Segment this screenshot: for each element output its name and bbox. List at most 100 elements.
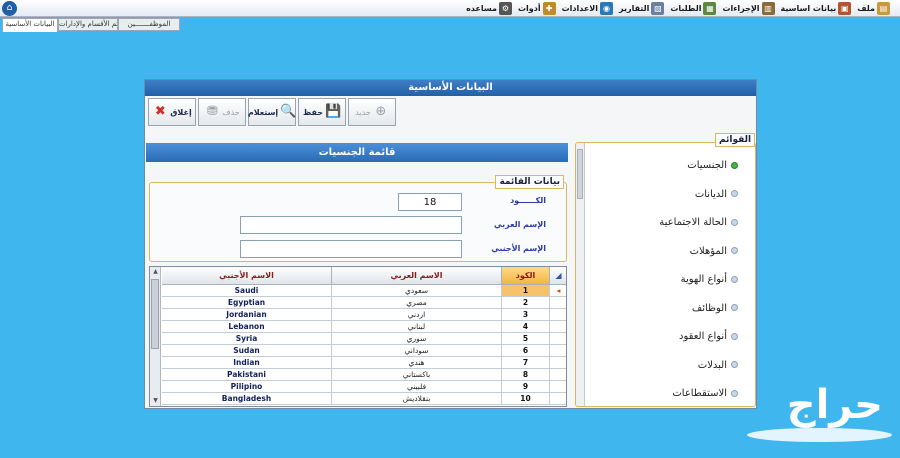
close-button[interactable]: ✖ إغلاق (148, 98, 196, 126)
menu-item-4[interactable]: ▧ التقارير (619, 2, 665, 15)
menu-item-3[interactable]: ▦ الطلبات (670, 2, 717, 15)
arabic-name-label: الإسم العربي (494, 220, 546, 229)
save-button-label: حفظ (302, 107, 324, 117)
cell-arabic-name[interactable]: سعودي (332, 285, 502, 297)
list-item-2[interactable]: الحالة الاجتماعية (588, 214, 738, 232)
cell-code[interactable]: 6 (502, 345, 550, 357)
menu-item-0[interactable]: ▤ ملف (857, 2, 890, 15)
table-row[interactable]: Pilipino فلبيني 9 (150, 381, 566, 393)
cell-arabic-name[interactable]: مصري (332, 297, 502, 309)
row-selector[interactable] (550, 369, 566, 381)
table-row[interactable]: Pakistani باكستاني 8 (150, 369, 566, 381)
lists-scrollbar[interactable] (576, 143, 585, 406)
row-selector[interactable] (550, 321, 566, 333)
cell-foreign-name[interactable]: Lebanon (162, 321, 332, 333)
foreign-name-label: الإسم الأجنبي (491, 244, 546, 253)
menu-item-5[interactable]: ◉ الاعدادات (562, 2, 613, 15)
lists-scroll-thumb[interactable] (577, 149, 583, 199)
cell-arabic-name[interactable]: سوري (332, 333, 502, 345)
table-row[interactable]: Bangladesh بنقلاديش 10 (150, 393, 566, 405)
table-row[interactable]: Saudi سعودي 1 ◂ (150, 285, 566, 297)
scroll-up-icon[interactable]: ▲ (150, 267, 161, 277)
row-selector[interactable] (550, 309, 566, 321)
list-item-7[interactable]: البدلات (588, 357, 738, 375)
tab-basic-data[interactable]: البيانات الأساسية (2, 18, 58, 32)
table-row[interactable]: Syria سوري 5 (150, 333, 566, 345)
list-item-3[interactable]: المؤهلات (588, 243, 738, 261)
cell-code[interactable]: 10 (502, 393, 550, 405)
cell-arabic-name[interactable]: سوداني (332, 345, 502, 357)
list-item-4[interactable]: أنواع الهوية (588, 271, 738, 289)
cell-foreign-name[interactable]: Pilipino (162, 381, 332, 393)
cell-foreign-name[interactable]: Indian (162, 357, 332, 369)
cell-arabic-name[interactable]: بنقلاديش (332, 393, 502, 405)
table-row[interactable]: Egyptian مصري 2 (150, 297, 566, 309)
cell-code[interactable]: 9 (502, 381, 550, 393)
table-row[interactable]: Indian هندي 7 (150, 357, 566, 369)
column-header-arabic[interactable]: الاسم العربي (332, 267, 502, 285)
column-header-foreign[interactable]: الاسم الأجنبي (162, 267, 332, 285)
cell-arabic-name[interactable]: فلبيني (332, 381, 502, 393)
table-row[interactable]: Jordanian اردني 3 (150, 309, 566, 321)
menu-item-1[interactable]: ▣ بيانات اساسية (781, 2, 852, 15)
cell-foreign-name[interactable]: Saudi (162, 285, 332, 297)
cell-arabic-name[interactable]: اردني (332, 309, 502, 321)
menu-item-6[interactable]: ✚ أدوات (518, 2, 556, 15)
row-selector[interactable] (550, 333, 566, 345)
cell-foreign-name[interactable]: Syria (162, 333, 332, 345)
cell-arabic-name[interactable]: هندي (332, 357, 502, 369)
list-item-8[interactable]: الاستقطاعات (588, 385, 738, 403)
cell-code[interactable]: 3 (502, 309, 550, 321)
arabic-name-input[interactable] (240, 216, 462, 234)
cell-foreign-name[interactable]: Sudan (162, 345, 332, 357)
cell-code[interactable]: 2 (502, 297, 550, 309)
current-row-arrow-icon[interactable]: ◂ (550, 285, 566, 297)
list-item-1[interactable]: الديانات (588, 186, 738, 204)
clipboard-icon: ▦ (703, 2, 717, 15)
watermark-swoosh (747, 428, 892, 442)
row-selector[interactable] (550, 297, 566, 309)
foreign-name-input[interactable] (240, 240, 462, 258)
delete-button[interactable]: ⛃ حذف (198, 98, 246, 126)
tab-employees[interactable]: الموظفـــــــين (118, 18, 180, 31)
cell-foreign-name[interactable]: Jordanian (162, 309, 332, 321)
cell-foreign-name[interactable]: Egyptian (162, 297, 332, 309)
tab-departments[interactable]: قوائم الأقسام والإدارات (58, 18, 118, 31)
cell-arabic-name[interactable]: باكستاني (332, 369, 502, 381)
cell-code[interactable]: 4 (502, 321, 550, 333)
basic-data-window: البيانات الأساسية ✖ إغلاق ⛃ حذف إستعلام … (144, 79, 757, 409)
cell-foreign-name[interactable]: Bangladesh (162, 393, 332, 405)
row-selector[interactable] (550, 393, 566, 405)
row-selector[interactable] (550, 357, 566, 369)
cell-arabic-name[interactable]: لبناني (332, 321, 502, 333)
tools-icon: ✚ (542, 2, 556, 15)
row-selector[interactable] (550, 381, 566, 393)
cell-code[interactable]: 1 (502, 285, 550, 297)
close-icon: ✖ (154, 104, 166, 119)
table-row[interactable]: Sudan سوداني 6 (150, 345, 566, 357)
cell-code[interactable]: 8 (502, 369, 550, 381)
globe-icon: ◉ (600, 2, 613, 15)
delete-icon: ⛃ (206, 104, 218, 119)
save-button[interactable]: حفظ 💾 (298, 98, 346, 126)
home-icon[interactable]: ⌂ (2, 1, 17, 16)
menu-item-label: الإجراءات (722, 4, 760, 13)
list-item-0[interactable]: الجنسيات (588, 157, 738, 175)
list-item-label: الحالة الاجتماعية (659, 217, 727, 228)
code-input[interactable] (398, 193, 462, 211)
column-header-code[interactable]: الكود (502, 267, 550, 285)
table-row[interactable]: Lebanon لبناني 4 (150, 321, 566, 333)
save-icon: 💾 (325, 104, 342, 119)
menu-item-label: الطلبات (670, 4, 702, 13)
menu-item-7[interactable]: ⚙ مساعده (466, 2, 512, 15)
list-item-5[interactable]: الوظائف (588, 300, 738, 318)
cell-foreign-name[interactable]: Pakistani (162, 369, 332, 381)
query-button[interactable]: إستعلام 🔍 (248, 98, 296, 126)
menu-item-2[interactable]: ▥ الإجراءات (722, 2, 775, 15)
new-button[interactable]: جديد ⊕ (348, 98, 396, 126)
list-item-6[interactable]: أنواع العقود (588, 328, 738, 346)
cell-code[interactable]: 7 (502, 357, 550, 369)
row-selector[interactable] (550, 345, 566, 357)
list-item-label: الجنسيات (687, 160, 727, 171)
cell-code[interactable]: 5 (502, 333, 550, 345)
